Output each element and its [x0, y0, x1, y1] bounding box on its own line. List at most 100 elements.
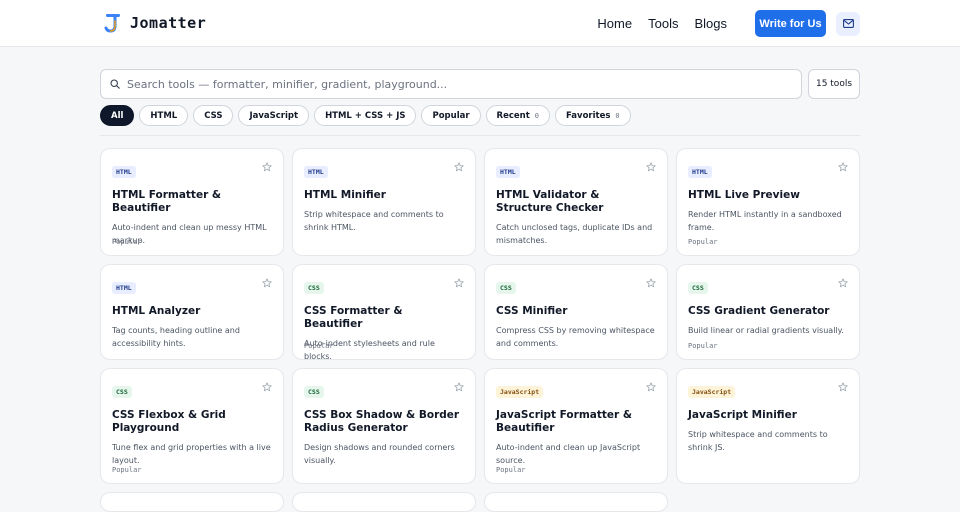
search-row: 15 tools: [100, 69, 860, 99]
mail-button[interactable]: [836, 11, 860, 36]
brand-name: Jomatter: [130, 14, 207, 32]
category-tag: HTML: [688, 166, 712, 178]
category-tag: CSS: [112, 386, 132, 398]
favorite-star-icon[interactable]: [262, 162, 272, 172]
filter-chip-favorites[interactable]: Favorites 0: [554, 105, 631, 126]
tool-card[interactable]: HTML HTML Formatter & Beautifier Auto-inde…: [100, 148, 284, 256]
favorite-star-icon[interactable]: [454, 278, 464, 288]
filter-chip-recent[interactable]: Recent 0: [485, 105, 550, 126]
category-tag: CSS: [304, 386, 324, 398]
brand-logo[interactable]: Jomatter: [104, 13, 206, 33]
filter-chip-html-css-js[interactable]: HTML + CSS + JS: [314, 105, 417, 126]
popular-label: Popular: [688, 238, 718, 246]
filter-chip-label: CSS: [204, 110, 223, 121]
nav-home-link[interactable]: Home: [597, 16, 632, 31]
filter-chips: All HTML CSS JavaScript HTML + CSS + JS …: [100, 105, 631, 126]
tool-description: Strip whitespace and comments to shrink …: [304, 210, 444, 232]
popular-label: Popular: [112, 466, 142, 474]
tool-title: CSS Gradient Generator: [688, 305, 830, 317]
category-tag: HTML: [496, 166, 520, 178]
tool-card-partial[interactable]: [484, 492, 668, 512]
tool-title: HTML Validator & Structure Checker: [496, 189, 604, 214]
tool-card[interactable]: JavaScript JavaScript Formatter & Beautif…: [484, 368, 668, 484]
filter-chip-label: JavaScript: [249, 110, 299, 121]
category-tag: CSS: [496, 282, 516, 294]
filter-chip-label: All: [111, 110, 124, 121]
tool-title: CSS Flexbox & Grid Playground: [112, 409, 226, 434]
popular-label: Popular: [496, 466, 526, 474]
tool-card-partial[interactable]: [100, 492, 284, 512]
tool-description: Strip whitespace and comments to shrink …: [688, 430, 828, 452]
popular-label: Popular: [688, 342, 718, 350]
favorite-star-icon[interactable]: [454, 382, 464, 392]
category-tag: JavaScript: [688, 386, 736, 398]
nav-blogs-link[interactable]: Blogs: [694, 16, 727, 31]
tool-description: Design shadows and rounded corners visua…: [304, 443, 455, 465]
search-input[interactable]: [127, 77, 787, 91]
category-tag: JavaScript: [496, 386, 544, 398]
tool-card[interactable]: CSS CSS Gradient Generator Build linear or…: [676, 264, 860, 360]
favorite-star-icon[interactable]: [646, 382, 656, 392]
j-logo-icon: [104, 14, 120, 33]
tool-card[interactable]: CSS CSS Formatter & Beautifier Auto-indent…: [292, 264, 476, 361]
favorite-star-icon[interactable]: [262, 382, 272, 392]
tool-card[interactable]: HTML HTML Validator & Structure Checker Ca…: [484, 148, 668, 256]
favorite-star-icon[interactable]: [838, 278, 848, 288]
tool-description: Auto-indent and clean up JavaScript sour…: [496, 443, 641, 465]
tool-card-grid: HTML HTML Formatter & Beautifier Auto-inde…: [100, 148, 860, 484]
filter-chip-css[interactable]: CSS: [193, 105, 234, 126]
favorite-star-icon[interactable]: [262, 278, 272, 288]
category-tag: HTML: [304, 166, 328, 178]
filter-chip-label: Favorites: [565, 110, 611, 121]
filter-chip-label: Popular: [432, 110, 470, 121]
filter-chip-count: 0: [615, 111, 620, 120]
filter-chip-html[interactable]: HTML: [139, 105, 189, 126]
nav-tools-link[interactable]: Tools: [648, 16, 678, 31]
section-divider: [100, 135, 860, 136]
favorite-star-icon[interactable]: [838, 162, 848, 172]
filter-chip-all[interactable]: All: [100, 105, 135, 126]
favorite-star-icon[interactable]: [646, 278, 656, 288]
tool-title: CSS Box Shadow & Border Radius Generator: [304, 409, 460, 434]
tool-card[interactable]: HTML HTML Live Preview Render HTML instant…: [676, 148, 860, 256]
tool-count-badge: 15 tools: [808, 69, 860, 99]
favorite-star-icon[interactable]: [646, 162, 656, 172]
tool-title: JavaScript Minifier: [688, 409, 797, 421]
tool-title: CSS Minifier: [496, 305, 568, 317]
write-for-us-button[interactable]: Write for Us: [755, 10, 826, 37]
tool-card-partial[interactable]: [292, 492, 476, 512]
main-nav: Home Tools Blogs Write for Us: [597, 10, 860, 37]
tool-title: HTML Analyzer: [112, 305, 201, 317]
filter-chip-label: HTML: [150, 110, 178, 121]
tool-description: Compress CSS by removing whitespace and …: [496, 326, 655, 348]
tool-description: Build linear or radial gradients visuall…: [688, 326, 844, 335]
tool-description: Render HTML instantly in a sandboxed fra…: [688, 210, 842, 232]
category-tag: HTML: [112, 166, 136, 178]
popular-label: Popular: [112, 238, 142, 246]
tool-card[interactable]: CSS CSS Minifier Compress CSS by removing …: [484, 264, 668, 360]
tool-title: HTML Formatter & Beautifier: [112, 189, 222, 214]
tool-title: HTML Live Preview: [688, 189, 800, 201]
tool-card[interactable]: CSS CSS Flexbox & Grid Playground Tune fle…: [100, 368, 284, 484]
category-tag: CSS: [304, 282, 324, 294]
tool-card[interactable]: JavaScript JavaScript Minifier Strip white…: [676, 368, 860, 484]
tool-card[interactable]: HTML HTML Analyzer Tag counts, heading out…: [100, 264, 284, 360]
tool-card[interactable]: HTML HTML Minifier Strip whitespace and co…: [292, 148, 476, 256]
favorite-star-icon[interactable]: [838, 382, 848, 392]
filter-chip-label: HTML + CSS + JS: [325, 110, 406, 121]
favorite-star-icon[interactable]: [454, 162, 464, 172]
popular-label: Popular: [304, 342, 334, 350]
top-navigation-bar: Jomatter Home Tools Blogs Write for Us: [0, 0, 960, 47]
tool-card[interactable]: CSS CSS Box Shadow & Border Radius Genera…: [292, 368, 476, 484]
tool-title: JavaScript Formatter & Beautifier: [496, 409, 632, 434]
tool-description: Catch unclosed tags, duplicate IDs and m…: [496, 223, 653, 245]
category-tag: CSS: [688, 282, 708, 294]
mail-icon: [842, 19, 854, 28]
category-tag: HTML: [112, 282, 136, 294]
filter-chip-javascript[interactable]: JavaScript: [238, 105, 310, 126]
search-box[interactable]: [100, 69, 802, 99]
filter-chip-count: 0: [534, 111, 539, 120]
filter-chip-popular[interactable]: Popular: [421, 105, 481, 126]
tool-description: Tune flex and grid properties with a liv…: [112, 443, 271, 465]
tool-description: Tag counts, heading outline and accessib…: [112, 326, 240, 348]
